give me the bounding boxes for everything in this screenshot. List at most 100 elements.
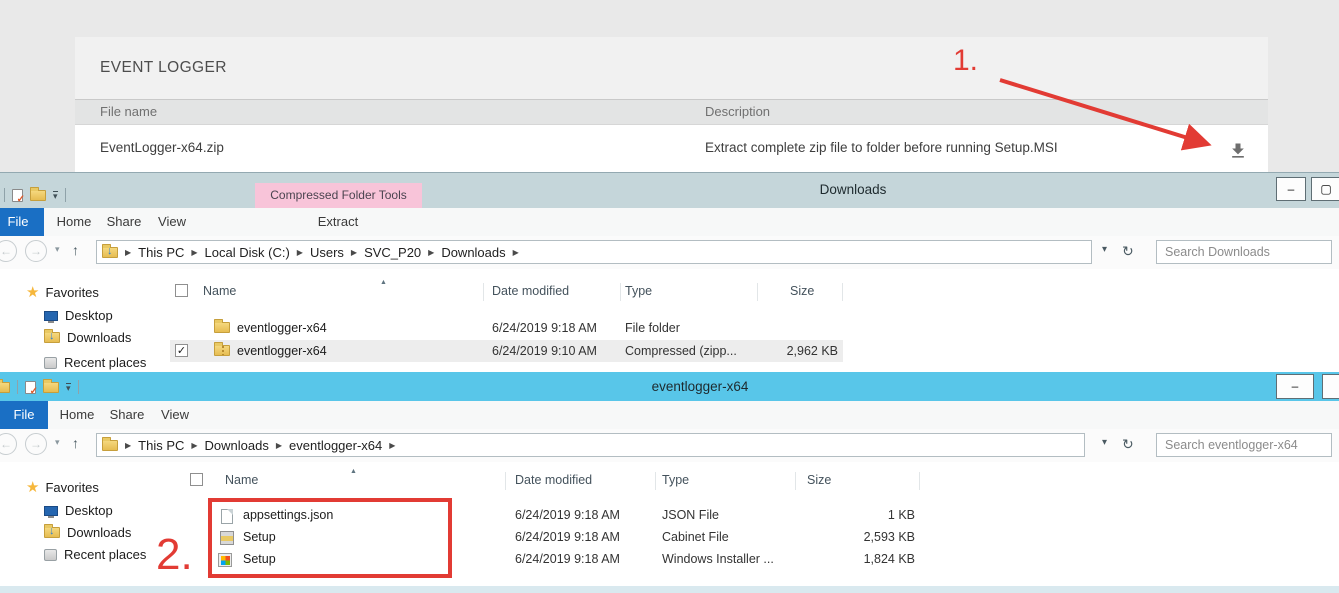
minimize-button[interactable]: –: [1276, 177, 1306, 201]
window2-titlebar[interactable]: ▾ eventlogger-x64 –: [0, 372, 1339, 401]
tab-view[interactable]: View: [148, 401, 202, 429]
divider: [17, 380, 18, 394]
sidebar-group-favorites[interactable]: ★ Favorites: [26, 480, 99, 495]
explorer-window-downloads: ▾ Compressed Folder Tools Downloads – ▢ …: [0, 172, 1339, 372]
explorer-window-eventlogger: ▾ eventlogger-x64 – File Home Share View…: [0, 372, 1339, 585]
breadcrumb: ▶This PC ▶Local Disk (C:) ▶Users ▶SVC_P2…: [118, 245, 526, 260]
file-row-eventlogger-zip[interactable]: ✓ eventlogger-x64 6/24/2019 9:10 AM Comp…: [170, 340, 843, 362]
breadcrumb-this-pc[interactable]: This PC: [138, 245, 184, 260]
refresh-icon[interactable]: ↻: [1122, 243, 1134, 260]
tab-view[interactable]: View: [145, 208, 199, 236]
sidebar-group-favorites[interactable]: ★ Favorites: [26, 285, 99, 300]
favorites-star-icon: ★: [26, 287, 39, 299]
forward-icon[interactable]: →: [25, 433, 47, 455]
window2-search-box[interactable]: [1156, 433, 1332, 457]
download-table-header: File name Description: [75, 100, 1268, 125]
row-checkbox-checked[interactable]: ✓: [175, 344, 188, 357]
back-icon[interactable]: ←: [0, 433, 17, 455]
breadcrumb-downloads[interactable]: Downloads: [441, 245, 505, 260]
window1-title: Downloads: [753, 182, 953, 197]
customize-quick-access-icon[interactable]: ▾: [66, 383, 71, 392]
breadcrumb-svc-p20[interactable]: SVC_P20: [364, 245, 421, 260]
breadcrumb-this-pc[interactable]: This PC: [138, 438, 184, 453]
window1-titlebar[interactable]: ▾ Compressed Folder Tools Downloads – ▢: [0, 173, 1339, 208]
up-icon[interactable]: ↑: [72, 435, 79, 451]
header-name[interactable]: Name: [225, 473, 258, 487]
minimize-button[interactable]: –: [1276, 374, 1314, 399]
maximize-button[interactable]: ▢: [1311, 177, 1339, 201]
annotation-step-1: 1.: [953, 44, 978, 78]
list-header: Name ▲ Date modified Type Size: [170, 281, 843, 303]
sidebar-item-desktop[interactable]: Desktop: [44, 308, 113, 323]
forward-icon[interactable]: →: [25, 240, 47, 262]
new-folder-icon[interactable]: [43, 382, 59, 393]
select-all-checkbox[interactable]: [175, 284, 188, 297]
properties-icon[interactable]: [12, 189, 23, 202]
quick-access-toolbar: ▾: [4, 188, 66, 202]
recent-places-icon: [44, 549, 57, 561]
tab-file[interactable]: File: [0, 401, 48, 429]
breadcrumb-eventlogger-x64[interactable]: eventlogger-x64: [289, 438, 382, 453]
favorites-star-icon: ★: [26, 482, 39, 494]
download-webpage: EVENT LOGGER File name Description Event…: [0, 0, 1339, 172]
header-name[interactable]: Name: [203, 284, 236, 298]
column-file-name: File name: [100, 104, 157, 119]
recent-places-icon: [44, 357, 57, 369]
select-all-checkbox[interactable]: [190, 473, 203, 486]
window2-address-bar[interactable]: ▶This PC ▶Downloads ▶eventlogger-x64 ▶: [96, 433, 1085, 457]
downloads-folder-icon: [44, 527, 60, 538]
customize-quick-access-icon[interactable]: ▾: [53, 191, 58, 200]
column-description: Description: [705, 104, 770, 119]
window1-address-bar[interactable]: ▶This PC ▶Local Disk (C:) ▶Users ▶SVC_P2…: [96, 240, 1092, 264]
desktop-icon: [44, 506, 58, 516]
breadcrumb-users[interactable]: Users: [310, 245, 344, 260]
refresh-icon[interactable]: ↻: [1122, 436, 1134, 453]
header-date-modified[interactable]: Date modified: [515, 473, 592, 487]
sidebar-item-downloads[interactable]: Downloads: [44, 330, 131, 345]
card-header: EVENT LOGGER: [75, 37, 1268, 100]
properties-icon[interactable]: [25, 381, 36, 394]
zip-folder-icon: [214, 345, 230, 356]
search-input[interactable]: [1157, 241, 1331, 263]
recent-locations-icon[interactable]: ▾: [55, 437, 60, 448]
download-table-row[interactable]: EventLogger-x64.zip Extract complete zip…: [75, 125, 1268, 172]
window1-search-box[interactable]: [1156, 240, 1332, 264]
address-dropdown-icon[interactable]: ▾: [1102, 244, 1107, 255]
sort-ascending-icon: ▲: [350, 468, 357, 475]
page-title: EVENT LOGGER: [100, 59, 227, 77]
sidebar-item-desktop[interactable]: Desktop: [44, 503, 113, 518]
breadcrumb-downloads[interactable]: Downloads: [205, 438, 269, 453]
up-icon[interactable]: ↑: [72, 242, 79, 258]
breadcrumb: ▶This PC ▶Downloads ▶eventlogger-x64 ▶: [118, 438, 402, 453]
tab-file[interactable]: File: [0, 208, 44, 236]
breadcrumb-local-disk[interactable]: Local Disk (C:): [205, 245, 290, 260]
header-type[interactable]: Type: [625, 284, 652, 298]
new-folder-icon[interactable]: [30, 190, 46, 201]
back-icon[interactable]: ←: [0, 240, 17, 262]
maximize-button[interactable]: [1322, 374, 1339, 399]
divider: [4, 188, 5, 202]
tab-extract[interactable]: Extract: [295, 208, 381, 236]
event-logger-card: EVENT LOGGER File name Description Event…: [75, 37, 1268, 172]
divider: [78, 380, 79, 394]
sidebar-item-recent-places[interactable]: Recent places: [44, 355, 146, 370]
file-row-eventlogger-folder[interactable]: eventlogger-x64 6/24/2019 9:18 AM File f…: [170, 317, 843, 339]
quick-access-toolbar: ▾: [0, 380, 79, 394]
sort-ascending-icon: ▲: [380, 279, 387, 286]
sidebar-item-recent-places[interactable]: Recent places: [44, 547, 146, 562]
window1-content: ★ Favorites Desktop Downloads Recent pla…: [0, 269, 1339, 372]
download-icon[interactable]: [1228, 141, 1248, 161]
header-type[interactable]: Type: [662, 473, 689, 487]
recent-locations-icon[interactable]: ▾: [55, 244, 60, 255]
list-header: Name ▲ Date modified Type Size: [185, 470, 920, 492]
desktop-icon: [44, 311, 58, 321]
header-size[interactable]: Size: [790, 284, 814, 298]
search-input[interactable]: [1157, 434, 1331, 456]
address-dropdown-icon[interactable]: ▾: [1102, 437, 1107, 448]
header-date-modified[interactable]: Date modified: [492, 284, 569, 298]
header-size[interactable]: Size: [807, 473, 831, 487]
sidebar-item-downloads[interactable]: Downloads: [44, 525, 131, 540]
screenshot-stage: EVENT LOGGER File name Description Event…: [0, 0, 1339, 593]
downloads-folder-icon: [102, 247, 118, 258]
window1-address-row: ← → ▾ ↑ ▶This PC ▶Local Disk (C:) ▶Users…: [0, 236, 1339, 269]
